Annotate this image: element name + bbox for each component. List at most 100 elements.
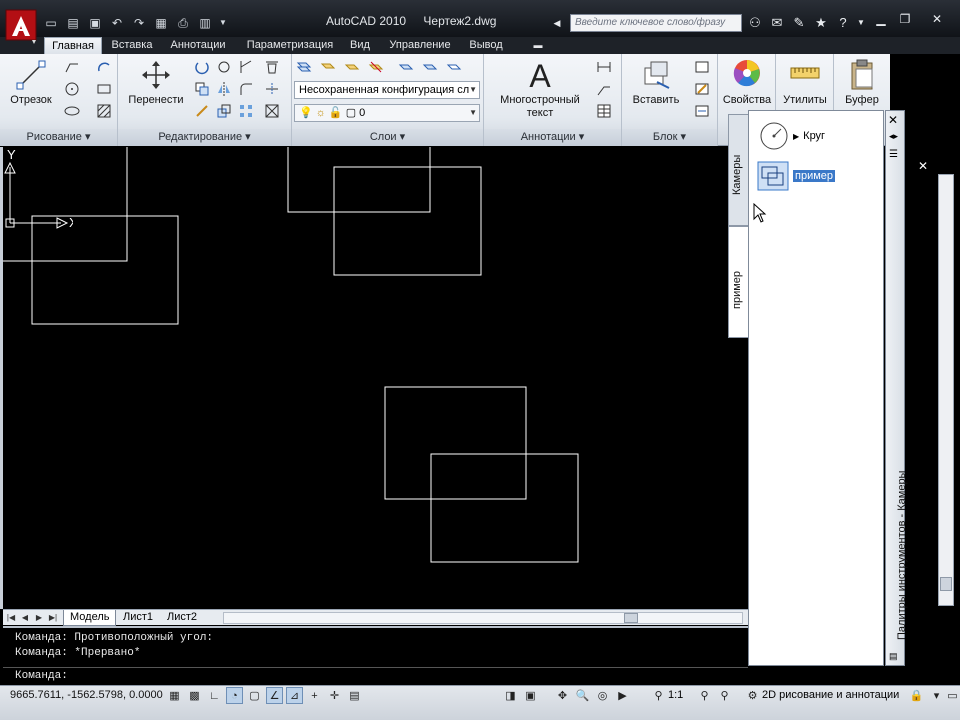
autoscale-icon[interactable]: ⚲ (716, 687, 733, 704)
otrack-icon[interactable]: ∠ (266, 687, 283, 704)
fillet-icon[interactable] (236, 80, 256, 98)
publish-icon[interactable]: ▦ (152, 15, 170, 31)
first-tab-icon[interactable]: |◀ (5, 611, 17, 624)
stretch-icon[interactable] (192, 102, 212, 120)
favorites-star-icon[interactable]: ★ (812, 14, 830, 32)
scroll-thumb[interactable] (940, 577, 952, 591)
application-menu-button[interactable] (2, 8, 38, 48)
snap-icon[interactable]: ▦ (166, 687, 183, 704)
osnap-icon[interactable]: ▢ (246, 687, 263, 704)
tab-parametric[interactable]: Параметризация (240, 37, 340, 54)
palette-tab-cameras[interactable]: Камеры (728, 114, 748, 226)
polyline-icon[interactable] (62, 58, 82, 76)
mtext-button[interactable]: A Многострочный текст (492, 58, 588, 120)
leader-icon[interactable] (594, 80, 614, 98)
scroll-thumb[interactable] (624, 613, 638, 623)
rotate-icon[interactable] (192, 58, 212, 76)
print-icon[interactable]: ⎙ (174, 15, 192, 31)
search-input[interactable]: Введите ключевое слово/фразу (570, 14, 742, 32)
coordinates-readout[interactable]: 9665.7611, -1562.5798, 0.0000 (10, 689, 163, 701)
lock-icon[interactable]: 🔒 (908, 687, 925, 704)
layer-walk-icon[interactable] (444, 58, 464, 76)
layer-dropdown[interactable]: 💡 ☼ 🔓 ▢ 0 ▼ (294, 104, 480, 122)
layer-previous-icon[interactable] (420, 58, 440, 76)
tab-insert[interactable]: Вставка (106, 37, 158, 54)
palette-item-example[interactable]: пример (757, 161, 836, 191)
workspace-gear-icon[interactable]: ⚙ (744, 687, 761, 704)
tab-home[interactable]: Главная (44, 37, 102, 54)
palette-item-circle[interactable]: ▶ Круг (759, 121, 825, 151)
hatch-icon[interactable] (94, 102, 114, 120)
help-icon[interactable]: ? (834, 14, 852, 32)
qat-dropdown-icon[interactable]: ▼ (218, 15, 228, 31)
trim-icon[interactable] (236, 58, 256, 76)
layer-off-icon[interactable] (366, 58, 386, 76)
status-menu-icon[interactable]: ▾ (928, 687, 945, 704)
modify-panel-title[interactable]: Редактирование ▾ (118, 129, 291, 146)
edit-block-icon[interactable] (692, 80, 712, 98)
layout-space-icon[interactable]: ▣ (522, 687, 539, 704)
palette-title-bar[interactable]: ✕ ◂▸ ☰ Палитры инструментов - Камеры ▤ (885, 110, 908, 666)
tab-layout2[interactable]: Лист2 (161, 610, 203, 626)
showmotion-icon[interactable]: ▶ (614, 687, 631, 704)
block-panel-title[interactable]: Блок ▾ (622, 129, 717, 146)
offset-icon[interactable] (262, 102, 282, 120)
binoculars-icon[interactable]: ⚇ (746, 14, 764, 32)
clipboard-button[interactable]: Буфер (836, 58, 888, 107)
table-icon[interactable] (594, 102, 614, 120)
workspace-icon[interactable]: ▥ (196, 15, 214, 31)
tab-manage[interactable]: Управление (384, 37, 456, 54)
insert-block-button[interactable]: Вставить (626, 58, 686, 107)
circle-icon[interactable] (62, 80, 82, 98)
tab-layout1[interactable]: Лист1 (117, 610, 159, 626)
properties-button[interactable]: Свойства (720, 58, 774, 107)
ribbon-minimize-icon[interactable]: ▬ (530, 37, 546, 54)
open-folder-icon[interactable]: ▤ (64, 15, 82, 31)
close-window-button[interactable]: ✕ (926, 12, 948, 26)
palette-resize-icon[interactable]: ▤ (889, 651, 898, 662)
new-file-icon[interactable]: ▭ (42, 15, 60, 31)
pan-icon[interactable]: ✥ (554, 687, 571, 704)
zoom-icon[interactable]: 🔍 (574, 687, 591, 704)
undo-icon[interactable]: ↶ (108, 15, 126, 31)
drawing-canvas[interactable]: Y X (0, 147, 748, 609)
tab-model[interactable]: Модель (63, 610, 117, 626)
layer-state-dropdown[interactable]: Несохраненная конфигурация сл ▼ (294, 81, 480, 99)
tab-annotate[interactable]: Аннотации (164, 37, 232, 54)
layers-panel-title[interactable]: Слои ▾ (292, 129, 483, 146)
layer-isolate-icon[interactable] (342, 58, 362, 76)
move-button[interactable]: Перенести (124, 58, 188, 107)
command-input[interactable]: Команда: (3, 667, 748, 685)
create-block-icon[interactable] (692, 58, 712, 76)
palette-autohide-icon[interactable]: ◂▸ (889, 131, 898, 142)
array-icon[interactable] (236, 102, 256, 120)
annotation-scale-value[interactable]: 1:1 (668, 689, 683, 701)
rectangle-icon[interactable] (94, 80, 114, 98)
dyn-icon[interactable]: + (306, 687, 323, 704)
lineweight-icon[interactable]: ✛ (326, 687, 343, 704)
tab-view[interactable]: Вид (346, 37, 374, 54)
save-icon[interactable]: ▣ (86, 15, 104, 31)
ducs-icon[interactable]: ⊿ (286, 687, 303, 704)
refresh-icon[interactable] (214, 58, 234, 76)
tab-output[interactable]: Вывод (464, 37, 508, 54)
help-dropdown-icon[interactable]: ▼ (856, 14, 866, 32)
search-expand-icon[interactable]: ◀ (548, 14, 566, 32)
steering-wheel-icon[interactable]: ◎ (594, 687, 611, 704)
utilities-button[interactable]: Утилиты (778, 58, 832, 107)
palette-close-icon[interactable]: ✕ (888, 113, 898, 127)
edit-attributes-icon[interactable] (692, 102, 712, 120)
polar-icon[interactable]: ◔ (226, 687, 243, 704)
palette-tab-example[interactable]: пример (728, 226, 748, 338)
arc-icon[interactable] (94, 58, 114, 76)
layer-match-icon[interactable] (396, 58, 416, 76)
minimize-button[interactable]: ▁ (870, 12, 892, 26)
linear-dimension-icon[interactable] (594, 58, 614, 76)
workspace-switcher[interactable]: 2D рисование и аннотации (762, 689, 899, 701)
layer-properties-icon[interactable] (294, 58, 314, 76)
copy-icon[interactable] (192, 80, 212, 98)
erase-icon[interactable] (262, 58, 282, 76)
grid-icon[interactable]: ▩ (186, 687, 203, 704)
annotation-visibility-icon[interactable]: ⚲ (696, 687, 713, 704)
vertical-scrollbar[interactable] (938, 174, 954, 606)
